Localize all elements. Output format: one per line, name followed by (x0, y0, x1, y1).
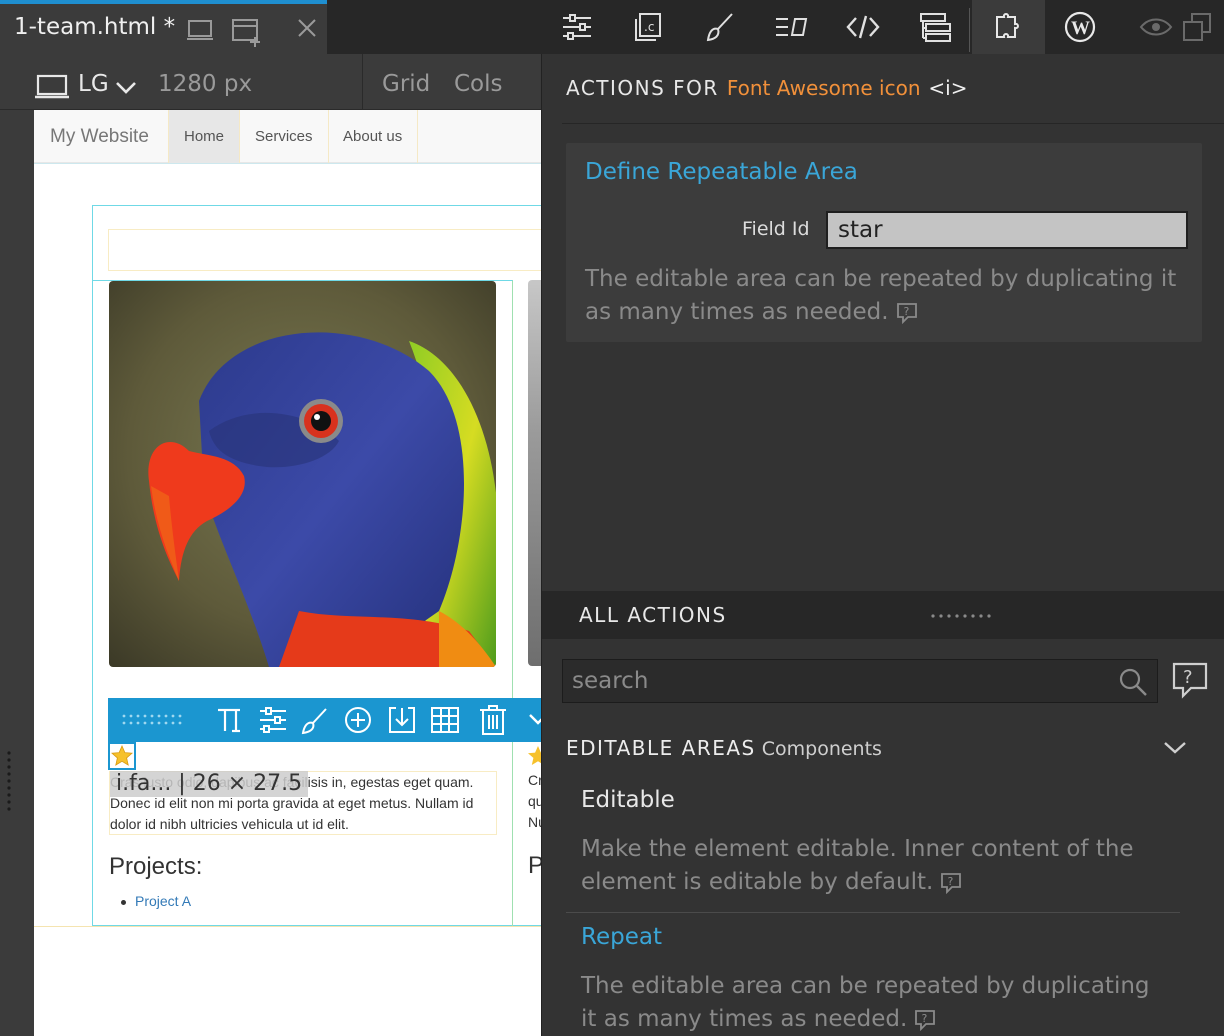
canvas-gutter (0, 110, 34, 1036)
laptop-icon[interactable] (34, 74, 70, 100)
list-bullet (121, 900, 126, 905)
site-brand[interactable]: My Website (50, 126, 149, 148)
search-input[interactable] (562, 659, 1158, 703)
team-member-column[interactable]: Cras justo odio, dapibus ac facilisis in… (93, 280, 513, 926)
action-repeat-description: The editable area can be repeated by dup… (581, 970, 1171, 1036)
star-icon[interactable] (108, 742, 136, 770)
chevron-down-icon[interactable] (114, 80, 138, 96)
grid-icon[interactable] (430, 705, 460, 735)
site-navbar: My Website Home Services About us (34, 110, 541, 163)
element-size-badge: i.fa... | 26 × 27.5 (110, 771, 309, 797)
svg-text:?: ? (903, 305, 909, 318)
projects-heading[interactable]: Projects: (109, 853, 202, 881)
help-icon[interactable]: ? (939, 872, 963, 894)
define-repeatable-area-title[interactable]: Define Repeatable Area (585, 159, 858, 185)
cols-toggle[interactable]: Cols (454, 71, 503, 97)
action-editable[interactable]: Editable (581, 787, 675, 813)
divider (566, 912, 1180, 913)
properties-icon[interactable] (258, 706, 288, 734)
tab-title: 1-team.html * (14, 14, 176, 40)
section-outline-bottom (34, 926, 541, 927)
all-actions-bar: ALL ACTIONS (542, 591, 1224, 639)
nav-services[interactable]: Services (240, 110, 329, 163)
text-edit-icon[interactable] (216, 706, 244, 734)
top-toolbar: 1-team.html * .c W (0, 0, 1224, 54)
define-description-text: The editable area can be repeated by dup… (585, 266, 1177, 325)
action-editable-description: Make the element editable. Inner content… (581, 833, 1171, 899)
close-icon[interactable] (296, 17, 318, 39)
new-window-icon[interactable] (231, 17, 263, 47)
team-container[interactable]: Cras justo odio, dapibus ac facilisis in… (92, 205, 541, 926)
tree-icon[interactable] (916, 8, 954, 46)
style-icon[interactable] (300, 706, 330, 736)
actions-target: Font Awesome icon (726, 76, 921, 100)
actions-tag: <i> (928, 76, 968, 100)
page-canvas[interactable]: My Website Home Services About us in, eg… (34, 110, 541, 1036)
wordpress-icon[interactable]: W (1061, 8, 1099, 46)
member-bio-2[interactable]: Cr qu Nu (528, 770, 541, 833)
text-format-icon[interactable] (772, 8, 810, 46)
device-width: 1280 px (158, 71, 253, 97)
action-repeat[interactable]: Repeat (581, 924, 662, 950)
action-editable-text: Make the element editable. Inner content… (581, 836, 1134, 895)
help-icon[interactable]: ? (1171, 661, 1209, 699)
nav-about-us[interactable]: About us (328, 110, 419, 163)
team-member-column-2[interactable]: Cr qu Nu P (513, 280, 541, 926)
style-icon[interactable] (701, 8, 739, 46)
chevron-down-icon[interactable] (1162, 740, 1188, 756)
help-icon[interactable]: ? (913, 1009, 937, 1031)
editable-areas-subtitle: Components (761, 738, 882, 760)
svg-text:W: W (1071, 18, 1090, 39)
editable-areas-title: EDITABLE AREAS (566, 736, 756, 760)
actions-heading: ACTIONS FOR Font Awesome icon <i> (566, 76, 967, 100)
device-bar: LG 1280 px Grid Cols (0, 54, 541, 110)
editable-areas-header[interactable]: EDITABLE AREAS Components (566, 736, 882, 760)
divider (562, 123, 1224, 124)
properties-icon[interactable] (558, 8, 596, 46)
actions-panel: ACTIONS FOR Font Awesome icon <i> Define … (541, 54, 1224, 1036)
insert-after-icon[interactable] (387, 705, 417, 735)
projects-heading-2[interactable]: P (528, 852, 541, 880)
svg-text:?: ? (1183, 667, 1193, 688)
nav-home[interactable]: Home (168, 110, 241, 163)
drag-handle-icon[interactable] (122, 714, 186, 726)
search-icon[interactable] (1118, 667, 1148, 697)
help-icon[interactable]: ? (895, 302, 919, 324)
project-link[interactable]: Project A (135, 893, 191, 909)
svg-text:?: ? (922, 1012, 928, 1025)
action-repeat-text: The editable area can be repeated by dup… (581, 973, 1150, 1032)
field-id-label: Field Id (742, 218, 810, 240)
toolbar-divider (969, 8, 970, 52)
document-tab[interactable]: 1-team.html * (0, 0, 327, 54)
components-icon[interactable] (972, 0, 1045, 54)
svg-text:.c: .c (644, 20, 654, 34)
define-description: The editable area can be repeated by dup… (585, 263, 1185, 329)
actions-heading-label: ACTIONS FOR (566, 76, 719, 100)
element-toolbar (108, 698, 548, 742)
drag-handle-icon[interactable] (930, 613, 994, 619)
code-icon[interactable] (844, 8, 882, 46)
copy-icon[interactable] (1178, 8, 1216, 46)
section-outline (34, 163, 541, 164)
tablet-icon[interactable] (186, 17, 214, 43)
member-photo-2[interactable] (528, 280, 541, 666)
grid-toggle[interactable]: Grid (382, 71, 430, 97)
device-size-select[interactable]: LG (78, 71, 109, 97)
define-repeatable-area-box: Define Repeatable Area Field Id star The… (566, 143, 1202, 342)
heading-row[interactable] (108, 229, 541, 271)
all-actions-title: ALL ACTIONS (579, 603, 727, 627)
trash-icon[interactable] (478, 704, 508, 736)
add-icon[interactable] (343, 705, 373, 735)
field-id-input[interactable]: star (826, 211, 1188, 249)
svg-text:?: ? (948, 875, 954, 888)
divider (362, 54, 363, 110)
parrot-photo[interactable] (109, 281, 496, 667)
eye-icon[interactable] (1137, 8, 1175, 46)
css-class-icon[interactable]: .c (629, 8, 667, 46)
